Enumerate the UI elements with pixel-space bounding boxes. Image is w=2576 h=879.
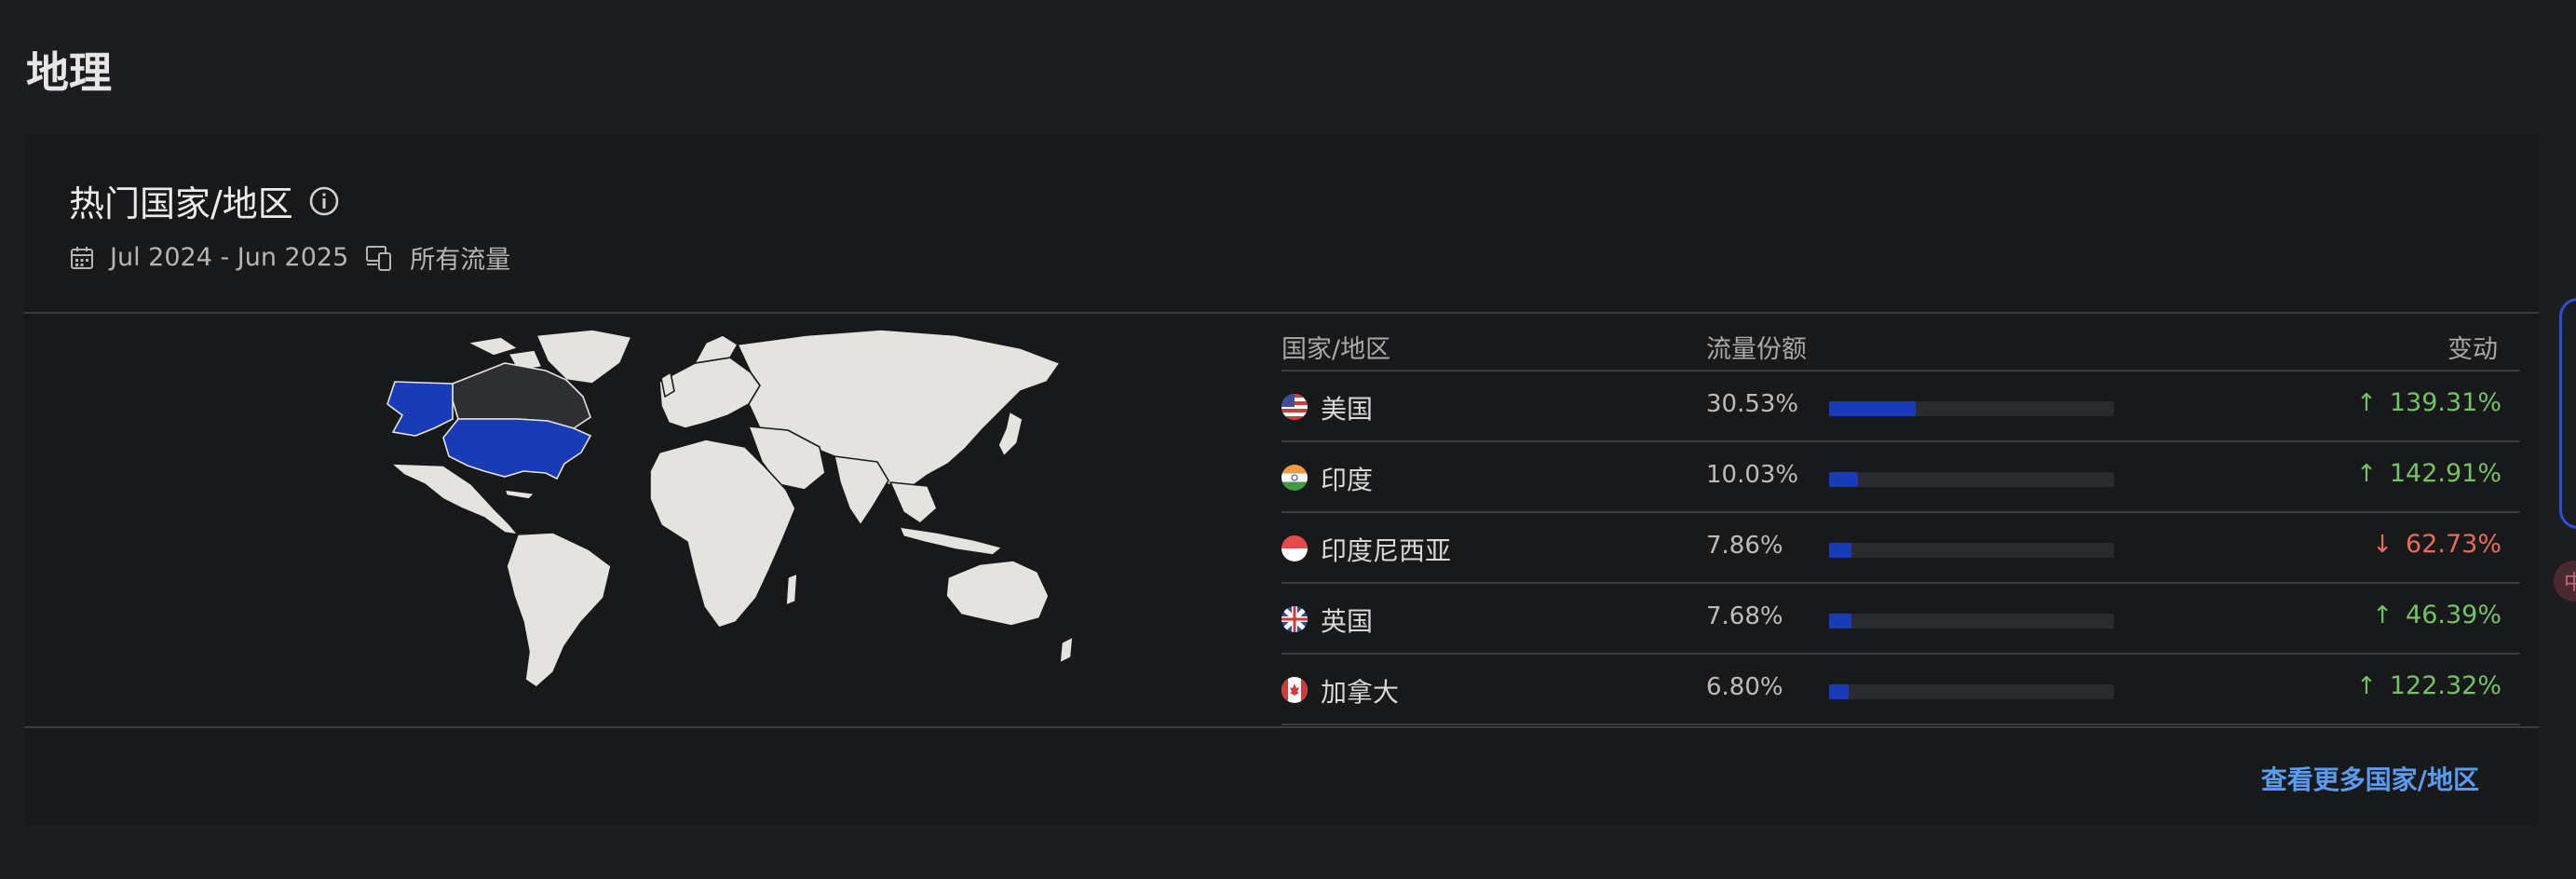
- india-shape: [834, 455, 889, 526]
- share-bar-fill: [1829, 684, 1849, 699]
- us-flag-icon: [1281, 394, 1308, 420]
- arrow-up-icon: ↑: [2356, 459, 2377, 488]
- devices-icon: [366, 245, 392, 271]
- change-value: ↑ 139.31%: [2356, 388, 2501, 417]
- country-name: 英国: [1321, 606, 1374, 637]
- usa-shape: [442, 418, 592, 480]
- header-share: 流量份额: [1706, 335, 1807, 364]
- change-percent: 62.73%: [2406, 530, 2501, 559]
- info-icon[interactable]: [308, 185, 340, 217]
- world-map: [386, 329, 1074, 688]
- table-row[interactable]: 加拿大 6.80% ↑ 122.32%: [1281, 655, 2520, 725]
- change-percent: 139.31%: [2389, 388, 2501, 417]
- card-meta: Jul 2024 - Jun 2025 所有流量: [69, 239, 510, 276]
- change-value: ↓ 62.73%: [2372, 530, 2501, 559]
- arrow-up-icon: ↑: [2356, 671, 2377, 700]
- calendar-icon: [71, 246, 93, 269]
- id-flag-icon: [1281, 535, 1308, 561]
- in-flag-icon: [1281, 465, 1308, 491]
- country-name: 印度尼西亚: [1321, 535, 1452, 566]
- gb-flag-icon: [1281, 606, 1308, 632]
- see-more-countries-link[interactable]: 查看更多国家/地区: [2261, 760, 2479, 797]
- share-bar: [1829, 684, 2114, 699]
- share-bar-fill: [1829, 543, 1852, 558]
- country-name: 印度: [1321, 465, 1374, 495]
- floating-widget-button[interactable]: 中: [2554, 561, 2576, 602]
- share-percent: 7.86%: [1706, 532, 1783, 560]
- share-bar: [1829, 401, 2114, 416]
- card-title-text: 热门国家/地区: [69, 183, 293, 224]
- ca-flag-icon: [1281, 677, 1308, 703]
- share-percent: 10.03%: [1706, 461, 1799, 489]
- share-bar-fill: [1829, 472, 1858, 487]
- header-change: 变动: [2447, 335, 2498, 364]
- share-bar-fill: [1829, 401, 1917, 416]
- australia-shape: [945, 560, 1050, 627]
- change-percent: 46.39%: [2406, 601, 2501, 629]
- page-title: 地理: [26, 47, 112, 98]
- change-value: ↑ 142.91%: [2356, 459, 2501, 488]
- share-percent: 30.53%: [1706, 390, 1799, 418]
- share-bar: [1829, 472, 2114, 487]
- header-country: 国家/地区: [1281, 335, 1391, 364]
- change-percent: 142.91%: [2389, 459, 2501, 488]
- change-value: ↑ 122.32%: [2356, 671, 2501, 700]
- table-header: 国家/地区 流量份额 变动: [1281, 314, 2520, 372]
- top-countries-card: 热门国家/地区 Jul 2024 - Jun 2025 所有流量 国家/地区 流…: [24, 134, 2539, 825]
- change-percent: 122.32%: [2389, 671, 2501, 700]
- country-name: 美国: [1321, 394, 1374, 425]
- card-title: 热门国家/地区: [69, 175, 340, 226]
- alaska-shape: [386, 381, 454, 437]
- divider: [24, 726, 2539, 728]
- table-row[interactable]: 印度 10.03% ↑ 142.91%: [1281, 442, 2520, 513]
- arrow-down-icon: ↓: [2372, 530, 2393, 559]
- table-row[interactable]: 英国 7.68% ↑ 46.39%: [1281, 584, 2520, 655]
- share-bar-fill: [1829, 614, 1851, 629]
- traffic-filter: 所有流量: [410, 246, 511, 275]
- arrow-up-icon: ↑: [2372, 601, 2393, 629]
- share-bar: [1829, 614, 2114, 629]
- table-row[interactable]: 印度尼西亚 7.86% ↓ 62.73%: [1281, 513, 2520, 584]
- south-america-shape: [506, 532, 612, 688]
- arrow-up-icon: ↑: [2356, 388, 2377, 417]
- table-row[interactable]: 美国 30.53% ↑ 139.31%: [1281, 372, 2520, 442]
- share-percent: 7.68%: [1706, 602, 1783, 630]
- countries-table: 国家/地区 流量份额 变动 美国 30.53% ↑ 139.31% 印度 10.…: [1281, 314, 2520, 725]
- change-value: ↑ 46.39%: [2372, 601, 2501, 629]
- share-bar: [1829, 543, 2114, 558]
- side-panel-edge[interactable]: [2559, 298, 2576, 529]
- date-range: Jul 2024 - Jun 2025: [110, 243, 349, 272]
- europe-shape: [658, 357, 761, 429]
- country-name: 加拿大: [1321, 677, 1400, 708]
- share-percent: 6.80%: [1706, 673, 1783, 701]
